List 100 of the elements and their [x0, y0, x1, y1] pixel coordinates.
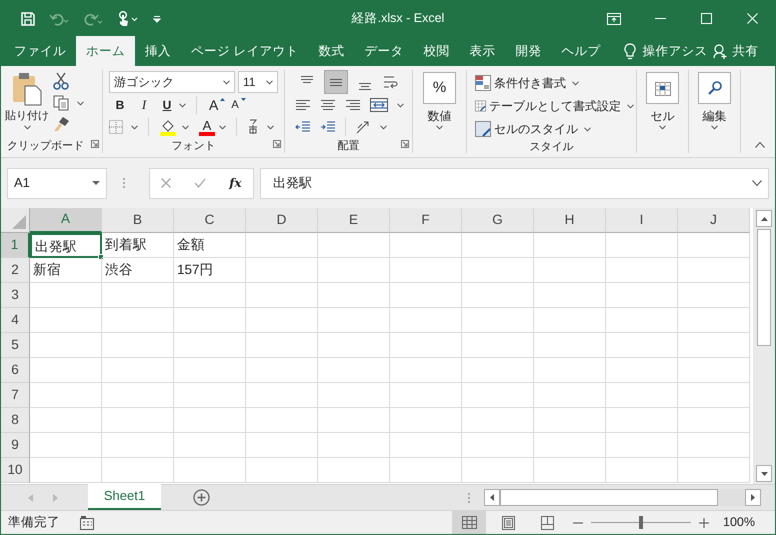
empty-cell[interactable] [678, 433, 750, 458]
lightbulb-icon[interactable] [624, 42, 636, 60]
caret-icon[interactable] [24, 124, 30, 130]
orientation-icon[interactable] [355, 119, 371, 135]
empty-cell[interactable] [678, 383, 750, 408]
merge-cells-icon[interactable] [370, 97, 388, 113]
font-color-button[interactable]: A [197, 116, 217, 138]
enter-icon[interactable] [194, 178, 206, 188]
ribbon-tab[interactable]: 校閲 [413, 36, 460, 66]
formula-field[interactable]: 出発駅 [260, 168, 769, 198]
caret-icon[interactable] [92, 181, 100, 185]
copy-icon[interactable] [53, 95, 69, 111]
empty-cell[interactable] [462, 333, 534, 358]
increase-font-size-button[interactable]: A [207, 94, 228, 116]
empty-cell[interactable] [174, 308, 246, 333]
underline-button[interactable]: U [157, 94, 177, 116]
column-header[interactable]: H [534, 208, 606, 233]
empty-cell[interactable] [678, 258, 750, 283]
cancel-icon[interactable] [161, 178, 172, 188]
empty-cell[interactable] [246, 458, 318, 483]
empty-cell[interactable] [390, 433, 462, 458]
empty-cell[interactable] [102, 283, 174, 308]
column-header[interactable]: E [318, 208, 390, 233]
name-box[interactable]: A1 [7, 168, 107, 198]
column-header[interactable]: D [246, 208, 318, 233]
tell-me-search[interactable]: 操作アシス [642, 42, 708, 60]
empty-cell[interactable] [102, 408, 174, 433]
font-size-dropdown[interactable]: 11 [238, 71, 278, 93]
active-cell[interactable]: 出発駅 [30, 233, 102, 258]
scrollbar-thumb[interactable] [500, 489, 718, 506]
empty-cell[interactable] [390, 358, 462, 383]
normal-view-button[interactable] [452, 511, 486, 534]
cells-button[interactable]: セル [646, 72, 679, 140]
format-as-table-button[interactable]: テーブルとして書式設定 [473, 94, 636, 117]
format-painter-icon[interactable] [53, 116, 71, 132]
empty-cell[interactable] [462, 458, 534, 483]
empty-cell[interactable] [606, 383, 678, 408]
empty-cell[interactable] [606, 433, 678, 458]
empty-cell[interactable] [606, 458, 678, 483]
caret-icon[interactable] [711, 125, 718, 130]
empty-cell[interactable] [678, 233, 750, 258]
dialog-launcher-icon[interactable] [91, 140, 99, 148]
increase-indent-icon[interactable] [320, 120, 336, 134]
empty-cell[interactable] [534, 258, 606, 283]
empty-cell[interactable] [462, 233, 534, 258]
empty-cell[interactable] [246, 283, 318, 308]
empty-cell[interactable] [102, 333, 174, 358]
select-all-button[interactable] [1, 208, 30, 233]
empty-cell[interactable] [678, 358, 750, 383]
ribbon-tab[interactable]: ホーム [76, 36, 135, 66]
expand-icon[interactable] [752, 180, 762, 186]
sheet-tab[interactable]: Sheet1 [88, 484, 161, 510]
empty-cell[interactable] [390, 283, 462, 308]
dialog-launcher-icon[interactable] [273, 140, 281, 148]
empty-cell[interactable] [462, 308, 534, 333]
empty-cell[interactable] [174, 283, 246, 308]
empty-cell[interactable] [174, 433, 246, 458]
empty-cell[interactable] [318, 383, 390, 408]
align-center-icon[interactable] [320, 97, 336, 113]
row-header[interactable]: 4 [1, 308, 30, 333]
empty-cell[interactable] [462, 358, 534, 383]
empty-cell[interactable] [462, 383, 534, 408]
scroll-up-button[interactable] [756, 210, 772, 227]
caret-icon[interactable] [179, 102, 186, 108]
empty-cell[interactable] [606, 308, 678, 333]
empty-cell[interactable] [390, 308, 462, 333]
empty-cell[interactable] [534, 458, 606, 483]
empty-cell[interactable] [606, 258, 678, 283]
empty-cell[interactable] [174, 358, 246, 383]
next-sheet-icon[interactable] [53, 494, 58, 502]
empty-cell[interactable] [390, 333, 462, 358]
empty-cell[interactable] [462, 258, 534, 283]
empty-cell[interactable] [606, 283, 678, 308]
align-left-icon[interactable] [295, 97, 311, 113]
empty-cell[interactable] [534, 233, 606, 258]
empty-cell[interactable] [318, 258, 390, 283]
zoom-in-icon[interactable] [699, 518, 710, 528]
ribbon-tab[interactable]: 数式 [308, 36, 354, 66]
number-format-button[interactable]: % 数値 [423, 72, 456, 140]
caret-icon[interactable] [572, 80, 579, 86]
scroll-left-button[interactable] [484, 489, 500, 506]
column-header[interactable]: I [606, 208, 678, 233]
caret-icon[interactable] [77, 101, 84, 106]
row-header[interactable]: 5 [1, 333, 30, 358]
caret-icon[interactable] [267, 125, 274, 130]
empty-cell[interactable] [318, 283, 390, 308]
empty-cell[interactable] [174, 458, 246, 483]
empty-cell[interactable] [318, 433, 390, 458]
scissors-icon[interactable] [53, 72, 69, 90]
empty-cell[interactable] [102, 433, 174, 458]
row-header[interactable]: 1 [1, 233, 30, 258]
add-sheet-icon[interactable] [193, 489, 210, 506]
empty-cell[interactable] [246, 333, 318, 358]
row-header[interactable]: 2 [1, 258, 30, 283]
wrap-text-icon[interactable] [382, 74, 400, 90]
dialog-launcher-icon[interactable] [401, 140, 409, 148]
empty-cell[interactable] [174, 333, 246, 358]
zoom-level[interactable]: 100% [723, 513, 755, 532]
paste-button[interactable]: 貼り付け [5, 72, 49, 139]
empty-cell[interactable] [318, 308, 390, 333]
